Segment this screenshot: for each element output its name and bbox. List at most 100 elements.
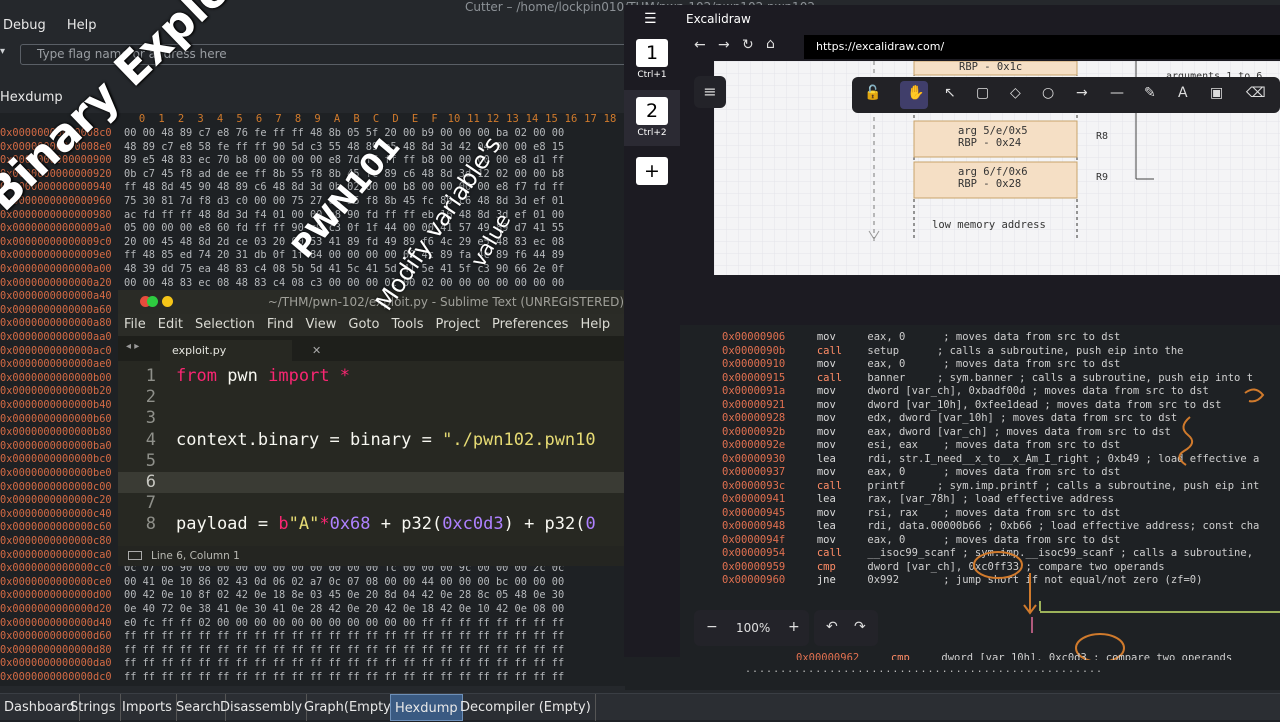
workspace-2-button[interactable]: 2 bbox=[636, 97, 668, 125]
line-number: 2 bbox=[145, 387, 156, 407]
line-number: 4 bbox=[145, 430, 156, 450]
hex-column-label: 12 bbox=[486, 113, 500, 125]
close-icon[interactable]: ✕ bbox=[312, 340, 321, 361]
hex-row: 0x0000000000000d60 ff ff ff ff ff ff ff … bbox=[0, 630, 565, 643]
r9-label: R9 bbox=[1096, 172, 1109, 183]
add-workspace-button[interactable]: + bbox=[636, 157, 668, 185]
hex-column-label: 11 bbox=[467, 113, 480, 125]
hex-row: 0x0000000000000aa0 bbox=[0, 331, 112, 343]
hex-column-label: 16 bbox=[564, 113, 578, 125]
line-number: 3 bbox=[145, 408, 156, 428]
bottom-tab-decompiler-empty-[interactable]: Decompiler (Empty) bbox=[456, 694, 596, 721]
bottom-tab-disassembly[interactable]: Disassembly bbox=[216, 694, 308, 721]
tab-exploit-py[interactable]: exploit.py ✕ bbox=[160, 340, 321, 361]
undo-icon[interactable]: ↶ bbox=[826, 619, 838, 635]
url-bar[interactable]: https://excalidraw.com/ bbox=[804, 35, 1280, 59]
sublime-window: ~/THM/pwn-102/exploit.py - Sublime Text … bbox=[118, 290, 628, 566]
menu-preferences[interactable]: Preferences bbox=[492, 317, 568, 332]
eraser-icon[interactable]: ⌫ bbox=[1246, 85, 1266, 101]
workspace-1-shortcut: Ctrl+1 bbox=[637, 70, 667, 80]
line-number: 7 bbox=[145, 493, 156, 513]
menu-debug[interactable]: Debug bbox=[3, 18, 46, 33]
text-icon[interactable]: A bbox=[1178, 85, 1188, 101]
hex-row: 0x0000000000000ce0 00 41 0e 10 86 02 43 … bbox=[0, 575, 565, 588]
arrow-icon[interactable]: → bbox=[1076, 85, 1088, 101]
hex-column-label: 18 bbox=[603, 113, 617, 125]
reload-icon[interactable]: ↻ bbox=[742, 37, 754, 53]
hex-row: 0x0000000000000d20 0e 40 72 0e 38 41 0e … bbox=[0, 603, 565, 615]
bottom-tab-hexdump[interactable]: Hexdump bbox=[390, 694, 463, 721]
menu-view[interactable]: View bbox=[306, 317, 337, 332]
menu-goto[interactable]: Goto bbox=[348, 317, 379, 332]
bottom-tab-bar: Dashboard Strings Imports Search Disassembly… bbox=[0, 693, 1280, 721]
hex-column-label: 14 bbox=[525, 113, 539, 125]
back-icon[interactable]: ← bbox=[694, 37, 706, 53]
tab-nav-arrows-icon[interactable]: ◂ ▸ bbox=[126, 341, 139, 352]
image-icon[interactable]: ▣ bbox=[1210, 85, 1223, 101]
hex-row: 0x0000000000000c60 bbox=[0, 521, 112, 534]
maximize-dot-icon[interactable] bbox=[147, 296, 158, 307]
hex-row: 0x0000000000000d00 00 42 0e 10 8f 02 42 … bbox=[0, 589, 565, 602]
hex-column-label: E bbox=[411, 113, 419, 125]
arg5-box: arg 5/e/0x5 RBP - 0x24 bbox=[958, 125, 1028, 149]
workspace-1-button[interactable]: 1 bbox=[636, 39, 668, 67]
status-bar: Line 6, Column 1 bbox=[118, 546, 628, 566]
hex-row: 0x0000000000000b20 bbox=[0, 385, 112, 398]
excalidraw-toolbar: 🔓 ✋ ↖ ▢ ◇ ○ → — ✎ A ▣ ⌫ bbox=[852, 77, 1280, 113]
menu-tools[interactable]: Tools bbox=[391, 317, 423, 332]
hex-row: 0x0000000000000b60 bbox=[0, 412, 112, 425]
redo-icon[interactable]: ↷ bbox=[854, 619, 866, 635]
hex-column-label: B bbox=[353, 113, 360, 125]
line-number: 1 bbox=[145, 366, 156, 386]
hex-row: 0x0000000000000b80 bbox=[0, 426, 112, 439]
bottom-tab-imports[interactable]: Imports bbox=[118, 694, 177, 721]
hex-row: 0x0000000000000d40 e0 fc ff ff 02 00 00 … bbox=[0, 616, 565, 629]
zoom-in-icon[interactable]: + bbox=[788, 619, 800, 635]
line-icon[interactable]: — bbox=[1110, 85, 1124, 101]
hex-row: 0x0000000000000a40 bbox=[0, 290, 112, 303]
menu-edit[interactable]: Edit bbox=[158, 317, 183, 332]
hex-column-label: 7 bbox=[275, 113, 282, 125]
menu-selection[interactable]: Selection bbox=[195, 317, 255, 332]
hex-row: 0x0000000000000bc0 bbox=[0, 453, 112, 466]
low-memory-label: low memory address bbox=[932, 219, 1046, 231]
code-editor[interactable]: 1 from pwn import * 2 3 4 context.binary =… bbox=[118, 366, 628, 544]
excalidraw-menu-icon[interactable]: ≡ bbox=[694, 76, 726, 108]
hand-icon[interactable]: ✋ bbox=[907, 85, 924, 101]
chevron-down-icon[interactable]: ▾ bbox=[0, 46, 5, 57]
diamond-icon[interactable]: ◇ bbox=[1010, 85, 1021, 101]
hex-column-label: 13 bbox=[506, 113, 519, 125]
lock-icon[interactable]: 🔓 bbox=[864, 85, 881, 101]
hex-column-label: 9 bbox=[314, 113, 321, 125]
hex-column-label: 4 bbox=[216, 113, 224, 125]
menu-find[interactable]: Find bbox=[267, 317, 294, 332]
r8-label: R8 bbox=[1096, 131, 1109, 142]
hex-row: 0x0000000000000960 75 30 81 7d f8 d3 c0 … bbox=[0, 195, 565, 207]
minimize-dot-icon[interactable] bbox=[162, 296, 173, 307]
menu-file[interactable]: File bbox=[124, 317, 146, 332]
selection-icon[interactable]: ↖ bbox=[944, 85, 956, 101]
pencil-icon[interactable]: ✎ bbox=[1144, 85, 1156, 101]
console-icon[interactable] bbox=[128, 551, 142, 560]
bottom-tab-graph-empty-[interactable]: Graph(Empty) bbox=[300, 694, 401, 721]
bottom-tab-strings[interactable]: Strings bbox=[66, 694, 121, 721]
ellipse-icon[interactable]: ○ bbox=[1042, 85, 1054, 101]
forward-icon[interactable]: → bbox=[718, 37, 730, 53]
home-icon[interactable]: ⌂ bbox=[766, 36, 775, 52]
hex-column-label: 17 bbox=[584, 113, 597, 125]
hex-column-label: 15 bbox=[545, 113, 558, 125]
hex-row: 0x0000000000000c40 bbox=[0, 507, 112, 520]
arg6-box: arg 6/f/0x6 RBP - 0x28 bbox=[958, 166, 1028, 190]
hamburger-icon[interactable]: ☰ bbox=[644, 11, 657, 27]
browser-window: ☰ 1 Ctrl+1 2 Ctrl+2 + Excalidraw ← → ↻ ⌂… bbox=[624, 5, 1280, 664]
zoom-out-icon[interactable]: − bbox=[706, 619, 718, 635]
rectangle-icon[interactable]: ▢ bbox=[976, 85, 989, 101]
hex-column-label: F bbox=[431, 113, 438, 125]
hex-row: 0x0000000000000ac0 bbox=[0, 344, 112, 357]
menu-project[interactable]: Project bbox=[435, 317, 479, 332]
menu-help[interactable]: Help bbox=[580, 317, 610, 332]
hex-row: 0x0000000000000dc0 ff ff ff ff ff ff ff … bbox=[0, 671, 565, 683]
menu-help[interactable]: Help bbox=[67, 18, 97, 33]
code-line-1: from pwn import * bbox=[176, 366, 351, 386]
hex-column-label: 0 bbox=[138, 113, 146, 125]
